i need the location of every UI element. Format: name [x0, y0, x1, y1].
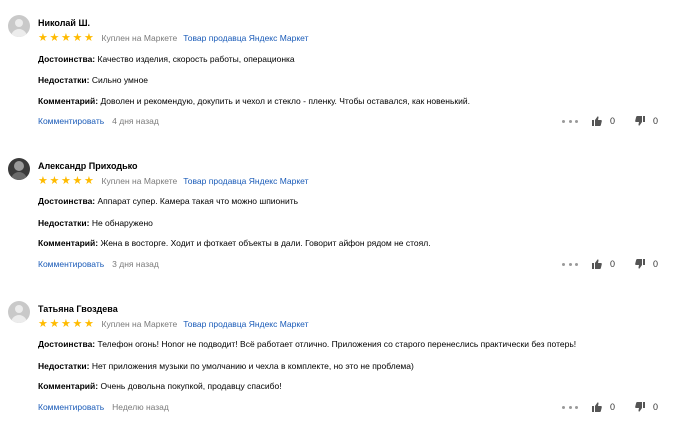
review-card: Александр Приходько ★ ★ ★ ★ ★ Куплен на Марк… — [0, 143, 680, 283]
comment-button[interactable]: Комментировать — [38, 259, 104, 269]
seller-link[interactable]: Товар продавца Яндекс Маркет — [183, 176, 308, 186]
dislikes-count: 0 — [653, 116, 659, 126]
pros-text: Телефон огонь! Honor не подводит! Всё ра… — [97, 339, 577, 349]
cons-label: Недостатки: — [38, 361, 90, 371]
thumbs-up-icon[interactable] — [592, 116, 602, 126]
thumbs-down-icon[interactable] — [635, 259, 646, 269]
cons-row: Недостатки: Нет приложения музыки по умо… — [38, 361, 414, 371]
star-icon: ★ — [72, 317, 83, 330]
likes-count: 0 — [610, 116, 616, 126]
cons-label: Недостатки: — [38, 218, 90, 228]
star-icon: ★ — [84, 317, 94, 330]
rating-stars: ★ ★ ★ ★ ★ — [38, 317, 96, 330]
bought-on-market-label: Куплен на Маркете — [101, 176, 178, 186]
star-icon: ★ — [49, 174, 60, 187]
rating-stars: ★ ★ ★ ★ ★ — [38, 174, 96, 187]
dislikes-count: 0 — [653, 259, 659, 269]
review-date: Неделю назад — [112, 402, 169, 412]
star-icon: ★ — [61, 317, 71, 330]
avatar — [8, 158, 30, 180]
star-icon: ★ — [49, 31, 60, 44]
thumbs-up-icon[interactable] — [592, 259, 602, 269]
more-options-icon[interactable] — [562, 262, 578, 266]
seller-link[interactable]: Товар продавца Яндекс Маркет — [183, 33, 308, 43]
star-icon: ★ — [49, 317, 60, 330]
review-card: Николай Ш. ★ ★ ★ ★ ★ Куплен на Маркете Товар… — [0, 0, 680, 140]
review-author[interactable]: Татьяна Гвоздева — [38, 304, 118, 314]
comment-label: Комментарий: — [38, 238, 99, 248]
star-icon: ★ — [38, 317, 48, 330]
comment-label: Комментарий: — [38, 96, 99, 106]
review-author[interactable]: Николай Ш. — [38, 18, 90, 28]
likes-count: 0 — [610, 402, 616, 412]
seller-link[interactable]: Товар продавца Яндекс Маркет — [183, 319, 308, 329]
star-icon: ★ — [38, 174, 48, 187]
pros-label: Достоинства: — [38, 54, 96, 64]
more-options-icon[interactable] — [562, 405, 578, 409]
cons-text: Сильно умное — [91, 75, 149, 85]
likes-count: 0 — [610, 259, 616, 269]
star-icon: ★ — [84, 31, 94, 44]
bought-on-market-label: Куплен на Маркете — [101, 319, 178, 329]
review-author[interactable]: Александр Приходько — [38, 161, 138, 171]
comment-row: Комментарий: Жена в восторге. Ходит и фо… — [38, 238, 431, 248]
pros-text: Качество изделия, скорость работы, опера… — [97, 54, 295, 64]
pros-text: Аппарат супер. Камера такая что можно шп… — [97, 196, 299, 206]
star-icon: ★ — [38, 31, 48, 44]
cons-row: Недостатки: Не обнаружено — [38, 218, 153, 228]
pros-row: Достоинства: Аппарат супер. Камера такая… — [38, 196, 298, 206]
comment-text: Жена в восторге. Ходит и фоткает объекты… — [100, 238, 431, 248]
comment-row: Комментарий: Доволен и рекомендую, докуп… — [38, 96, 470, 106]
bought-on-market-label: Куплен на Маркете — [101, 33, 178, 43]
pros-label: Достоинства: — [38, 196, 96, 206]
star-icon: ★ — [61, 174, 71, 187]
cons-row: Недостатки: Сильно умное — [38, 75, 148, 85]
thumbs-up-icon[interactable] — [592, 402, 602, 412]
avatar — [8, 301, 30, 323]
avatar — [8, 15, 30, 37]
comment-label: Комментарий: — [38, 381, 99, 391]
rating-stars: ★ ★ ★ ★ ★ — [38, 31, 96, 44]
cons-text: Нет приложения музыки по умолчанию и чех… — [91, 361, 414, 371]
thumbs-down-icon[interactable] — [635, 402, 646, 412]
star-icon: ★ — [61, 31, 71, 44]
review-date: 4 дня назад — [112, 116, 159, 126]
more-options-icon[interactable] — [562, 119, 578, 123]
dislikes-count: 0 — [653, 402, 659, 412]
star-icon: ★ — [84, 174, 94, 187]
comment-text: Очень довольна покупкой, продавцу спасиб… — [100, 381, 282, 391]
pros-row: Достоинства: Телефон огонь! Honor не под… — [38, 339, 576, 349]
comment-text: Доволен и рекомендую, докупить и чехол и… — [100, 96, 470, 106]
comment-button[interactable]: Комментировать — [38, 402, 104, 412]
pros-label: Достоинства: — [38, 339, 96, 349]
cons-text: Не обнаружено — [91, 218, 153, 228]
review-date: 3 дня назад — [112, 259, 159, 269]
star-icon: ★ — [72, 31, 83, 44]
star-icon: ★ — [72, 174, 83, 187]
thumbs-down-icon[interactable] — [635, 116, 646, 126]
pros-row: Достоинства: Качество изделия, скорость … — [38, 54, 295, 64]
cons-label: Недостатки: — [38, 75, 90, 85]
comment-row: Комментарий: Очень довольна покупкой, пр… — [38, 381, 282, 391]
comment-button[interactable]: Комментировать — [38, 116, 104, 126]
review-card: Татьяна Гвоздева ★ ★ ★ ★ ★ Куплен на Маркете… — [0, 286, 680, 426]
